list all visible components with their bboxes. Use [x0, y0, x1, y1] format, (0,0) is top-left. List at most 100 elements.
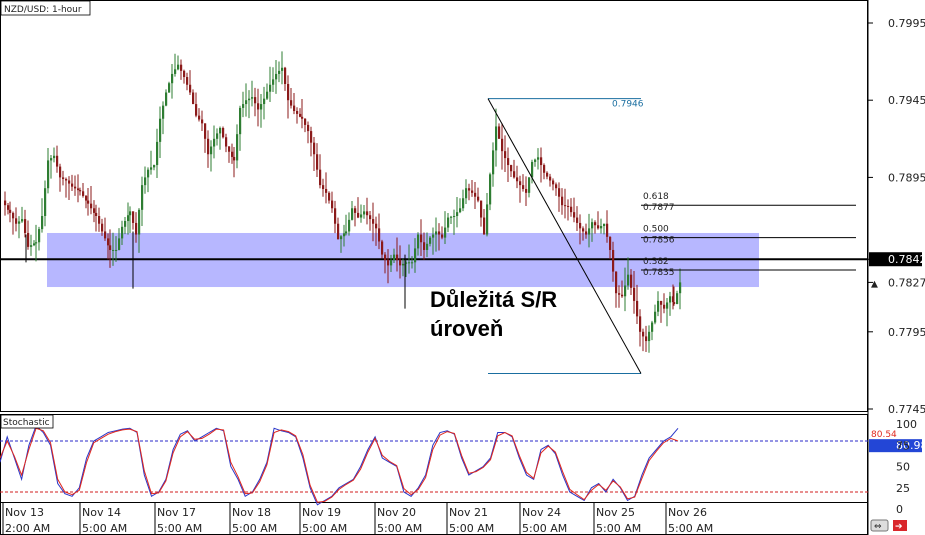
candle-body — [65, 178, 68, 181]
candle-body — [366, 211, 369, 216]
candle-body — [378, 228, 381, 242]
candle-body — [156, 141, 159, 166]
date-label: Nov 18 — [232, 506, 271, 519]
price-axis[interactable]: 0.7995 0.7945 0.7895 0.7842 ▲ 0.7827 0.7795 0.7… — [868, 17, 925, 416]
candle-body — [107, 238, 110, 246]
date-label: Nov 26 — [668, 506, 707, 519]
candle-body — [141, 185, 144, 210]
candle-body — [522, 185, 525, 189]
fib-price-label: 0.7856 — [643, 236, 675, 246]
candle-body — [528, 177, 531, 193]
candle-body — [387, 260, 390, 266]
candle-body — [62, 177, 65, 179]
candle-body — [372, 219, 375, 224]
candle-body — [331, 200, 334, 209]
candle-body — [171, 73, 174, 84]
candle-body — [278, 70, 281, 74]
candle-body — [519, 181, 522, 186]
candle-body — [465, 188, 468, 199]
candle-body — [486, 204, 489, 235]
candle-body — [561, 196, 564, 206]
candle-body — [15, 218, 18, 224]
annotation-line-2: úroveň — [430, 316, 503, 341]
candle-body — [225, 137, 228, 147]
candle-body — [435, 231, 438, 235]
time-label: 5:00 AM — [596, 522, 641, 535]
candle-body — [381, 241, 384, 255]
candle-body — [12, 212, 15, 219]
candle-body — [438, 231, 441, 235]
candle-body — [540, 157, 543, 166]
candle-body — [615, 271, 618, 294]
stochastic-d-value: 80.54 — [871, 430, 897, 440]
current-price-marker: ▲ — [871, 279, 878, 289]
stochastic-pane-frame — [0, 414, 868, 503]
candle-body — [384, 254, 387, 261]
candle-body — [127, 215, 130, 222]
candle-body — [363, 211, 366, 215]
candle-body — [468, 188, 471, 191]
candle-body — [186, 77, 189, 85]
candle-body — [27, 232, 30, 247]
arrow-right-icon: ➔ — [895, 522, 903, 532]
candle-body — [192, 92, 195, 105]
candle-body — [642, 331, 645, 337]
candle-body — [219, 127, 222, 134]
candle-body — [319, 169, 322, 186]
stochastic-axis: 10080.5480.987550250 — [869, 418, 925, 516]
candle-body — [82, 191, 85, 196]
indicator-label: Stochastic — [3, 418, 50, 428]
candle-body — [579, 222, 582, 229]
date-label: Nov 25 — [596, 506, 635, 519]
price-tick-label: 0.7895 — [888, 171, 925, 184]
candle-body — [7, 205, 10, 210]
candle-body — [50, 158, 53, 161]
candle-body — [627, 274, 630, 286]
time-axis-frame — [0, 502, 868, 535]
candle-body — [600, 226, 603, 229]
date-label: Nov 24 — [522, 506, 561, 519]
candle-body — [660, 300, 663, 305]
candle-body — [645, 336, 648, 342]
candle-body — [159, 118, 162, 142]
candle-body — [109, 245, 112, 250]
candle-body — [360, 214, 363, 218]
candle-body — [316, 154, 319, 170]
candle-body — [112, 249, 115, 251]
candle-body — [546, 172, 549, 177]
candle-body — [281, 67, 284, 71]
candle-body — [343, 233, 346, 237]
candle-body — [299, 113, 302, 117]
sr-zone-layer — [0, 232, 868, 288]
candle-body — [53, 155, 56, 159]
candle-body — [150, 167, 153, 170]
candle-body — [639, 316, 642, 332]
candle-body — [537, 157, 540, 160]
candle-body — [115, 249, 118, 251]
candle-body — [423, 242, 426, 250]
candle-body — [168, 83, 171, 93]
candle-body — [408, 262, 411, 264]
candle-body — [609, 236, 612, 250]
candle-body — [597, 225, 600, 229]
candle-body — [313, 142, 316, 155]
candle-body — [33, 243, 36, 246]
candle-body — [673, 302, 676, 305]
candle-body — [301, 116, 304, 119]
candle-body — [462, 198, 465, 209]
candle-body — [534, 159, 537, 162]
chart-canvas[interactable]: 0.79460.6180.78770.5000.78560.3820.7835 … — [0, 0, 925, 535]
candle-body — [135, 222, 138, 235]
candle-body — [132, 211, 135, 223]
candle-body — [213, 138, 216, 147]
scroll-toggle-icon: ⇔ — [874, 522, 882, 532]
candle-body — [138, 209, 141, 235]
candle-body — [666, 302, 669, 309]
date-label: Nov 21 — [449, 506, 488, 519]
candle-body — [210, 146, 213, 155]
candle-body — [489, 174, 492, 205]
candle-body — [260, 104, 263, 110]
candle-body — [549, 176, 552, 181]
candle-body — [345, 231, 348, 234]
candle-body — [477, 196, 480, 201]
